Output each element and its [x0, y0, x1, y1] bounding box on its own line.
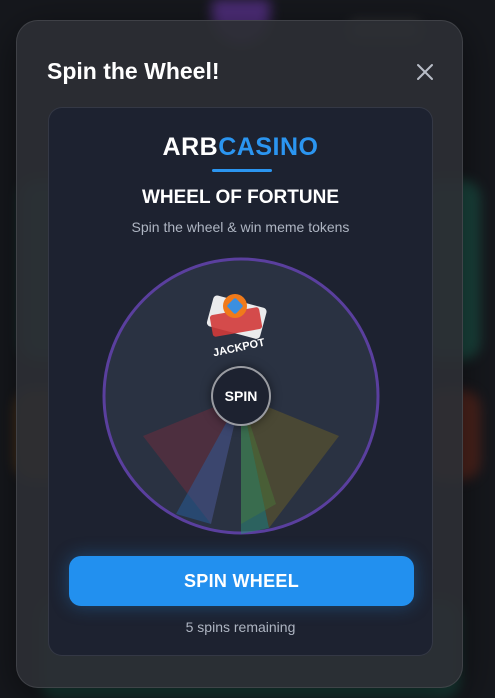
brand-part-2: CASINO — [218, 133, 319, 161]
wheel-center-spin-button[interactable]: SPIN — [211, 366, 271, 426]
brand-underline — [212, 169, 272, 172]
modal-title: Spin the Wheel! — [47, 58, 220, 84]
fortune-wheel[interactable]: JACKPOT SPIN — [101, 256, 381, 536]
brand-logo: ARBCASINO — [49, 133, 432, 162]
close-button[interactable] — [412, 59, 438, 85]
close-icon — [417, 64, 433, 80]
spin-wheel-button[interactable]: SPIN WHEEL — [69, 556, 414, 606]
spin-wheel-modal: Spin the Wheel! ARBCASINO WHEEL OF FORTU… — [16, 20, 463, 688]
wheel-panel: ARBCASINO WHEEL OF FORTUNE Spin the whee… — [48, 107, 433, 656]
brand-part-1: ARB — [162, 133, 219, 161]
wheel-subtitle: Spin the wheel & win meme tokens — [131, 219, 350, 235]
wheel-title: WHEEL OF FORTUNE — [141, 187, 340, 208]
spins-remaining: 5 spins remaining — [185, 619, 296, 635]
